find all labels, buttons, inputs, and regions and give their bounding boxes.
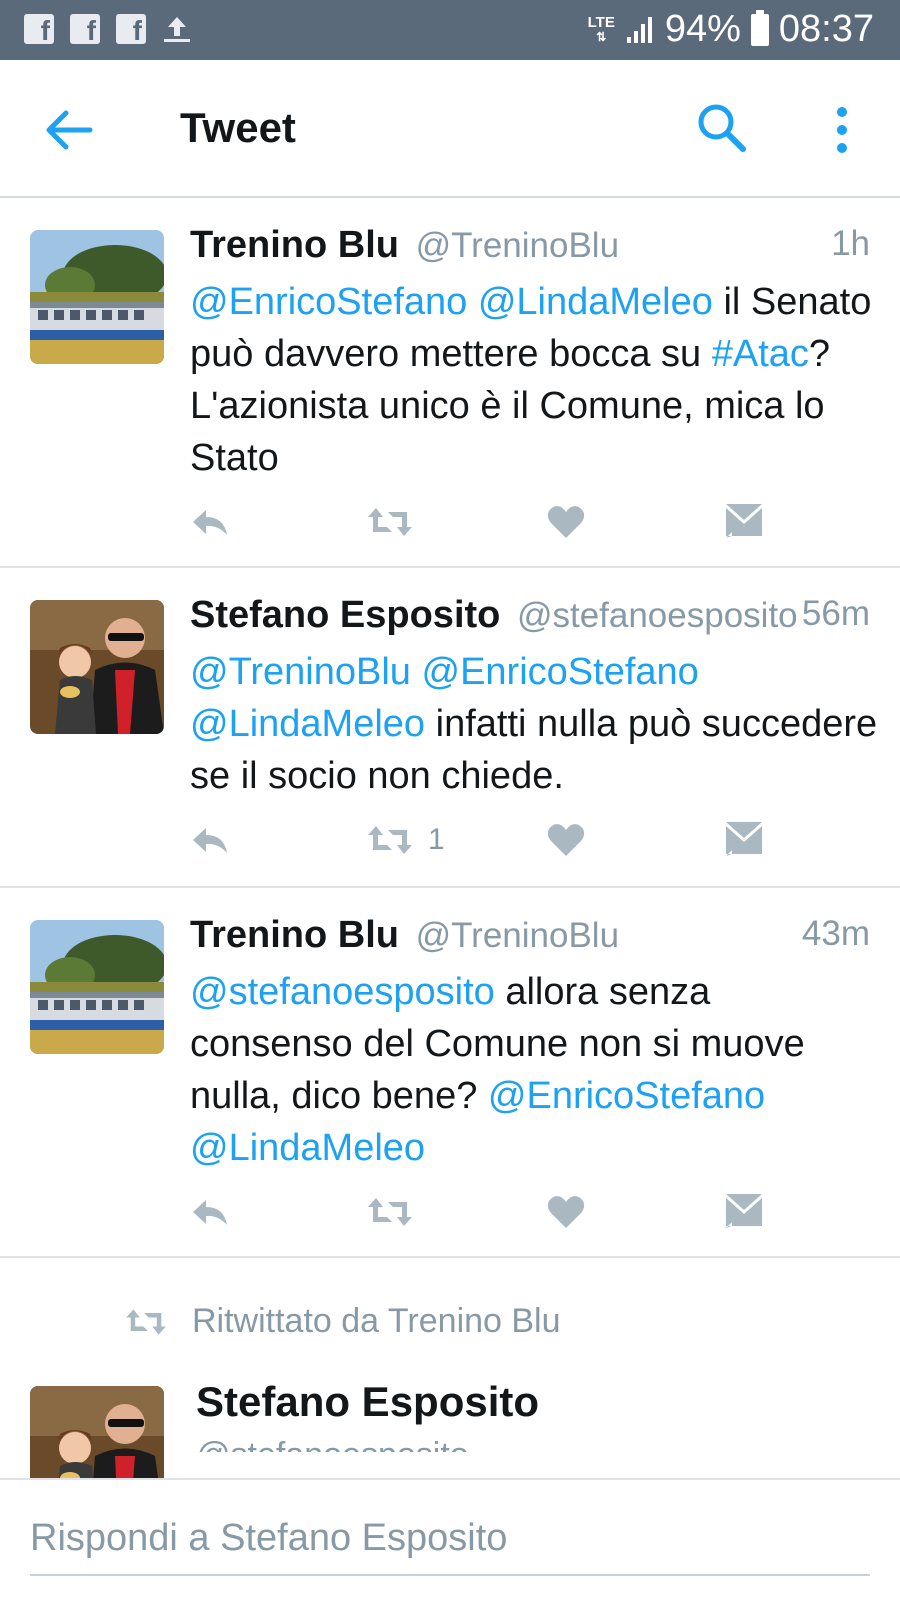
system-status: LTE ⇅ 94% 08:37: [588, 8, 874, 51]
tweet-header: Trenino Blu @TreninoBlu 43m: [190, 914, 870, 958]
mention-link[interactable]: #Atac: [712, 333, 809, 375]
avatar[interactable]: [30, 1386, 164, 1478]
tweet-actions: [190, 500, 810, 544]
tweet[interactable]: Trenino Blu @TreninoBlu 1h @EnricoStefan…: [0, 198, 900, 568]
mention-link[interactable]: @LindaMeleo: [190, 703, 425, 745]
message-button[interactable]: [724, 1190, 764, 1234]
avatar[interactable]: [30, 600, 164, 734]
tweet-text: @EnricoStefano @LindaMeleo il Senato può…: [190, 276, 880, 484]
reply-button[interactable]: [190, 1190, 230, 1234]
retweet-icon: [366, 820, 414, 860]
status-bar: f f f LTE ⇅ 94% 08:37: [0, 0, 900, 60]
battery-percent: 94%: [664, 8, 741, 50]
tweet-text-segment: [411, 651, 422, 693]
facebook-icon: f: [116, 14, 146, 44]
retweet-button[interactable]: 1: [366, 818, 445, 862]
tweet-time: 56m: [801, 594, 870, 633]
message-icon: [724, 502, 764, 542]
tweet-header: Stefano Esposito @stefanoesposito 56m: [190, 594, 870, 638]
author-handle[interactable]: @stefanoesposito: [517, 596, 798, 635]
retweeted-by: Ritwittato da Trenino Blu: [124, 1302, 561, 1341]
more-options-button[interactable]: [828, 104, 856, 156]
search-button[interactable]: [694, 100, 750, 156]
like-icon: [546, 1192, 586, 1232]
like-icon: [546, 820, 586, 860]
tweet-time: 1h: [831, 224, 870, 263]
tweet-actions: 1: [190, 818, 810, 862]
more-vert-icon: [837, 107, 847, 153]
reply-icon: [190, 502, 230, 542]
tweet-text: @TreninoBlu @EnricoStefano @LindaMeleo i…: [190, 646, 880, 802]
author-name[interactable]: Trenino Blu: [190, 914, 399, 956]
mention-link[interactable]: @TreninoBlu: [190, 651, 411, 693]
search-icon: [698, 104, 746, 152]
retweet-icon: [366, 502, 414, 542]
reply-bar: [0, 1478, 900, 1600]
tweet-text-segment: [467, 281, 478, 323]
message-icon: [724, 1192, 764, 1232]
mention-link[interactable]: @EnricoStefano: [422, 651, 699, 693]
avatar[interactable]: [30, 230, 164, 364]
mention-link[interactable]: @LindaMeleo: [478, 281, 713, 323]
tweet-actions: [190, 1190, 810, 1234]
reply-button[interactable]: [190, 818, 230, 862]
retweet-icon: [366, 1192, 414, 1232]
message-button[interactable]: [724, 818, 764, 862]
network-type: LTE ⇅: [587, 13, 615, 44]
notification-icons: f f f: [24, 14, 192, 44]
author-handle[interactable]: @TreninoBlu: [416, 916, 620, 955]
clock: 08:37: [778, 8, 874, 50]
reply-icon: [190, 820, 230, 860]
retweet-count: 1: [428, 823, 445, 856]
like-button[interactable]: [546, 818, 586, 862]
facebook-icon: f: [24, 14, 54, 44]
mention-link[interactable]: @LindaMeleo: [190, 1127, 425, 1169]
retweet-button[interactable]: [366, 500, 428, 544]
like-icon: [546, 502, 586, 542]
tweet-header: Trenino Blu @TreninoBlu 1h: [190, 224, 870, 268]
signal-icon: [626, 16, 652, 43]
reply-icon: [190, 1192, 230, 1232]
page-title: Tweet: [180, 104, 296, 151]
retweet-button[interactable]: [366, 1190, 428, 1234]
author-name[interactable]: Stefano Esposito: [190, 594, 500, 636]
avatar[interactable]: [30, 920, 164, 1054]
author-handle[interactable]: @stefanoesposito: [196, 1436, 469, 1452]
tweet[interactable]: Trenino Blu @TreninoBlu 43m @stefanoespo…: [0, 888, 900, 1258]
retweet-icon: [124, 1304, 168, 1340]
author-handle[interactable]: @TreninoBlu: [416, 226, 620, 265]
app-bar: Tweet: [0, 60, 900, 198]
upload-icon: [162, 14, 192, 44]
message-button[interactable]: [724, 500, 764, 544]
facebook-icon: f: [70, 14, 100, 44]
reply-input[interactable]: [30, 1510, 870, 1576]
reply-button[interactable]: [190, 500, 230, 544]
tweet-time: 43m: [801, 914, 870, 953]
message-icon: [724, 820, 764, 860]
like-button[interactable]: [546, 500, 586, 544]
tweet[interactable]: Stefano Esposito @stefanoesposito 56m @T…: [0, 568, 900, 888]
mention-link[interactable]: @EnricoStefano: [488, 1075, 765, 1117]
battery-icon: [750, 9, 769, 46]
back-button[interactable]: [42, 104, 94, 156]
like-button[interactable]: [546, 1190, 586, 1234]
back-arrow-icon: [46, 110, 93, 150]
retweeted-by-label: Ritwittato da Trenino Blu: [192, 1302, 561, 1340]
author-name[interactable]: Stefano Esposito: [196, 1378, 539, 1426]
mention-link[interactable]: @stefanoesposito: [190, 971, 495, 1013]
author-name[interactable]: Trenino Blu: [190, 224, 399, 266]
mention-link[interactable]: @EnricoStefano: [190, 281, 467, 323]
tweet-text: @stefanoesposito allora senza consenso d…: [190, 966, 880, 1174]
